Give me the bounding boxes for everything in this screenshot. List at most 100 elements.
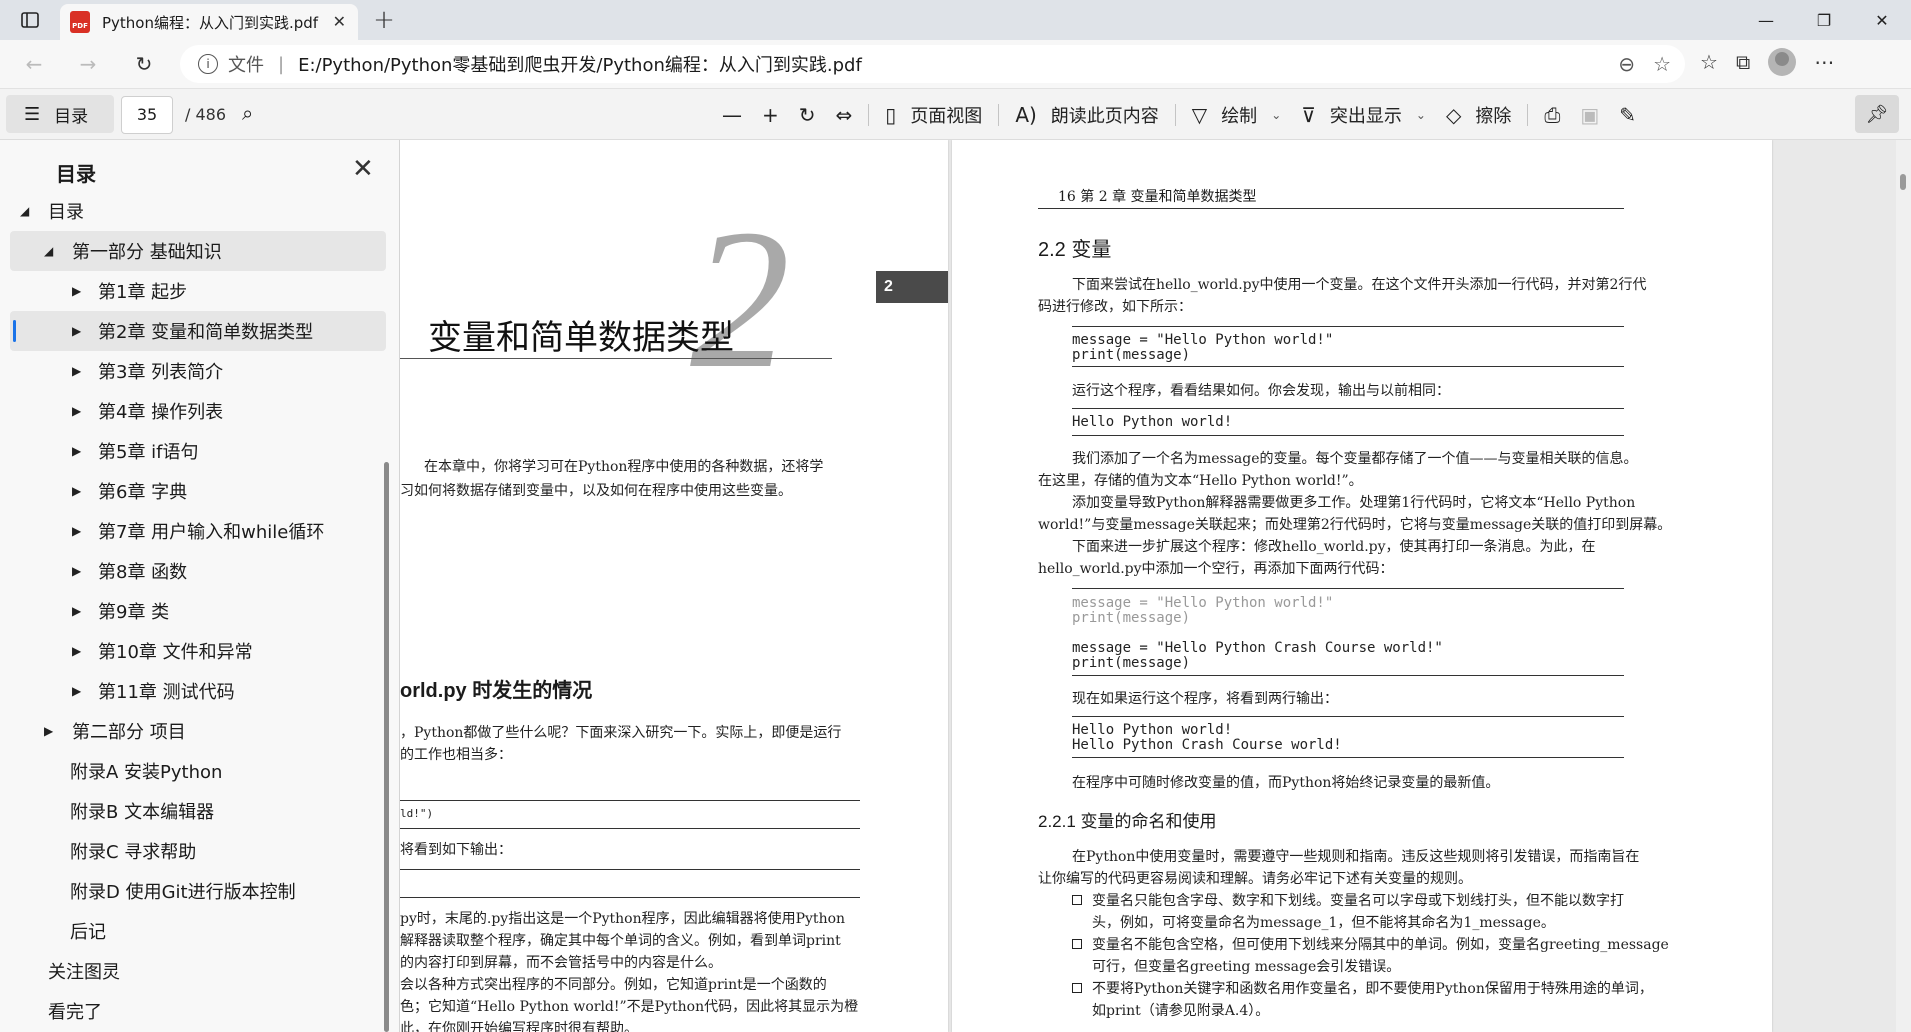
expand-arrow-icon[interactable]: ▶ xyxy=(72,444,81,458)
chevron-down-icon[interactable]: ⌄ xyxy=(1271,108,1281,122)
code-line: message = "Hello Python world!" xyxy=(1072,595,1334,611)
address-url[interactable]: E:/Python/Python零基础到爬虫开发/Python编程：从入门到实践… xyxy=(298,51,862,77)
toc-item[interactable]: 附录D 使用Git进行版本控制 xyxy=(10,871,386,911)
toc-item[interactable]: ▶ 第10章 文件和异常 xyxy=(10,631,386,671)
highlight-label: 突出显示 xyxy=(1329,106,1402,127)
expand-arrow-icon[interactable]: ▶ xyxy=(72,564,81,578)
page-number-input[interactable]: 35 xyxy=(121,96,173,134)
scrollbar-thumb[interactable] xyxy=(1900,174,1906,190)
expand-arrow-icon[interactable]: ▶ xyxy=(72,644,81,658)
code-line: Hello Python world! xyxy=(1072,722,1233,738)
collections-icon[interactable]: ⧉ xyxy=(1736,50,1750,74)
toc-item[interactable]: ◢ 目录 xyxy=(10,191,386,231)
more-menu-icon[interactable]: ⋯ xyxy=(1814,50,1834,74)
toc-item[interactable]: ▶ 第9章 类 xyxy=(10,591,386,631)
zoom-out-button[interactable]: — xyxy=(712,95,752,135)
page-view-button[interactable]: ▯ 页面视图 xyxy=(875,95,992,135)
back-button[interactable]: ← xyxy=(18,48,50,80)
section-heading: 2.2 变量 xyxy=(1038,239,1112,261)
body-line: 下面来尝试在hello_world.py中使用一个变量。在这个文件开头添加一行代… xyxy=(1072,277,1647,293)
expand-arrow-icon[interactable]: ▶ xyxy=(72,404,81,418)
highlight-icon: ⊽ xyxy=(1301,103,1316,127)
expand-arrow-icon[interactable]: ▶ xyxy=(72,284,81,298)
toc-item[interactable]: ▶ 第5章 if语句 xyxy=(10,431,386,471)
search-icon[interactable]: ⌕ xyxy=(242,101,253,125)
file-scheme-label: 文件 xyxy=(228,55,264,76)
chevron-down-icon[interactable]: ⌄ xyxy=(1416,108,1426,122)
code-rule xyxy=(1072,757,1624,758)
plus-icon: + xyxy=(762,103,779,127)
code-rule xyxy=(1072,408,1624,409)
toc-item[interactable]: 后记 xyxy=(10,911,386,951)
toc-item[interactable]: ▶ 第11章 测试代码 xyxy=(10,671,386,711)
collapse-arrow-icon[interactable]: ◢ xyxy=(20,204,29,218)
pdf-page-right: 16 第 2 章 变量和简单数据类型 2.2 变量 下面来尝试在hello_wo… xyxy=(952,140,1772,1032)
profile-avatar[interactable] xyxy=(1768,48,1797,76)
toc-item[interactable]: ▶ 第二部分 项目 xyxy=(10,711,386,751)
toc-item[interactable]: 看完了 xyxy=(10,991,386,1031)
code-rule xyxy=(400,800,860,801)
refresh-button[interactable]: ↻ xyxy=(128,48,160,80)
toc-toggle-button[interactable]: ☰ 目录 xyxy=(6,95,114,133)
bullet-line: 如print（请参见附录A.4）。 xyxy=(1092,1003,1270,1019)
toc-item[interactable]: ▶ 第6章 字典 xyxy=(10,471,386,511)
save-button[interactable]: ▣ xyxy=(1570,95,1609,135)
section-heading: orld.py 时发生的情况 xyxy=(400,680,593,702)
expand-arrow-icon[interactable]: ▶ xyxy=(72,324,81,338)
erase-button[interactable]: ◇ 擦除 xyxy=(1436,95,1521,135)
forward-button[interactable]: → xyxy=(72,48,104,80)
add-favorite-icon[interactable]: ☆ xyxy=(1653,52,1671,76)
window-close-button[interactable]: ✕ xyxy=(1853,0,1911,40)
code-rule xyxy=(400,869,860,870)
body-line: 在这里，存储的值为文本“Hello Python world!”。 xyxy=(1038,473,1363,489)
zoom-in-button[interactable]: + xyxy=(752,95,789,135)
toc-item[interactable]: ▶ 第1章 起步 xyxy=(10,271,386,311)
favorites-icon[interactable]: ☆ xyxy=(1700,50,1718,74)
pin-toolbar-button[interactable]: 📌︎ xyxy=(1855,95,1899,133)
highlight-button[interactable]: ⊽ 突出显示 ⌄ xyxy=(1291,95,1436,135)
toc-item[interactable]: ▶ 第7章 用户输入和while循环 xyxy=(10,511,386,551)
expand-arrow-icon[interactable]: ▶ xyxy=(72,364,81,378)
toc-item[interactable]: ▶ 第4章 操作列表 xyxy=(10,391,386,431)
collapse-arrow-icon[interactable]: ◢ xyxy=(44,244,53,258)
new-tab-button[interactable]: + xyxy=(368,4,400,36)
browser-toolbar-icons: ☆ ⧉ ⋯ xyxy=(1700,48,1834,76)
info-icon[interactable]: i xyxy=(198,54,218,74)
maximize-button[interactable]: ❐ xyxy=(1795,0,1853,40)
minimize-button[interactable]: — xyxy=(1737,0,1795,40)
toc-item[interactable]: 附录C 寻求帮助 xyxy=(10,831,386,871)
zoom-icon[interactable]: ⊖ xyxy=(1618,52,1635,76)
expand-arrow-icon[interactable]: ▶ xyxy=(72,484,81,498)
browser-tab[interactable]: PDF Python编程：从入门到实践.pdf ✕ xyxy=(60,4,358,40)
expand-arrow-icon[interactable]: ▶ xyxy=(72,604,81,618)
expand-arrow-icon[interactable]: ▶ xyxy=(72,524,81,538)
read-aloud-button[interactable]: A͏) 朗读此页内容 xyxy=(1005,95,1168,135)
print-button[interactable]: ⎙ xyxy=(1534,95,1570,135)
toc-item[interactable]: 关注图灵 xyxy=(10,951,386,991)
rotate-button[interactable]: ↻ xyxy=(789,95,826,135)
body-line: 解释器读取整个程序，确定其中每个单词的含义。例如，看到单词print xyxy=(400,933,841,949)
expand-arrow-icon[interactable]: ▶ xyxy=(44,724,53,738)
toc-item-label: 目录 xyxy=(48,202,84,223)
sidebar-scrollbar[interactable] xyxy=(384,462,389,1032)
body-line: 在Python中使用变量时，需要遵守一些规则和指南。违反这些规则将引发错误，而指… xyxy=(1072,849,1640,865)
close-sidebar-icon[interactable]: ✕ xyxy=(352,154,374,184)
toc-item[interactable]: ▶ 第8章 函数 xyxy=(10,551,386,591)
body-line: world!”与变量message关联起来；而处理第2行代码时，它将与变量mes… xyxy=(1038,517,1672,533)
toc-item[interactable]: ▶ 第2章 变量和简单数据类型 xyxy=(10,311,386,351)
document-scrollbar[interactable] xyxy=(1896,140,1911,1032)
pin-icon: 📌︎ xyxy=(1865,103,1889,125)
toc-item[interactable]: ▶ 第3章 列表简介 xyxy=(10,351,386,391)
toc-item[interactable]: 附录A 安装Python xyxy=(10,751,386,791)
intro-line: 习如何将数据存储到变量中，以及如何在程序中使用这些变量。 xyxy=(400,483,792,499)
save-as-button[interactable]: ✎ xyxy=(1609,95,1646,135)
address-bar[interactable]: i 文件 | E:/Python/Python零基础到爬虫开发/Python编程… xyxy=(180,45,1685,83)
draw-button[interactable]: ▽ 绘制 ⌄ xyxy=(1182,95,1291,135)
tab-actions-button[interactable] xyxy=(10,6,50,34)
toc-item[interactable]: ◢ 第一部分 基础知识 xyxy=(10,231,386,271)
expand-arrow-icon[interactable]: ▶ xyxy=(72,684,81,698)
tab-close-icon[interactable]: ✕ xyxy=(333,12,346,31)
erase-label: 擦除 xyxy=(1475,106,1512,127)
fit-width-button[interactable]: ⇔ xyxy=(826,95,863,135)
toc-item[interactable]: 附录B 文本编辑器 xyxy=(10,791,386,831)
